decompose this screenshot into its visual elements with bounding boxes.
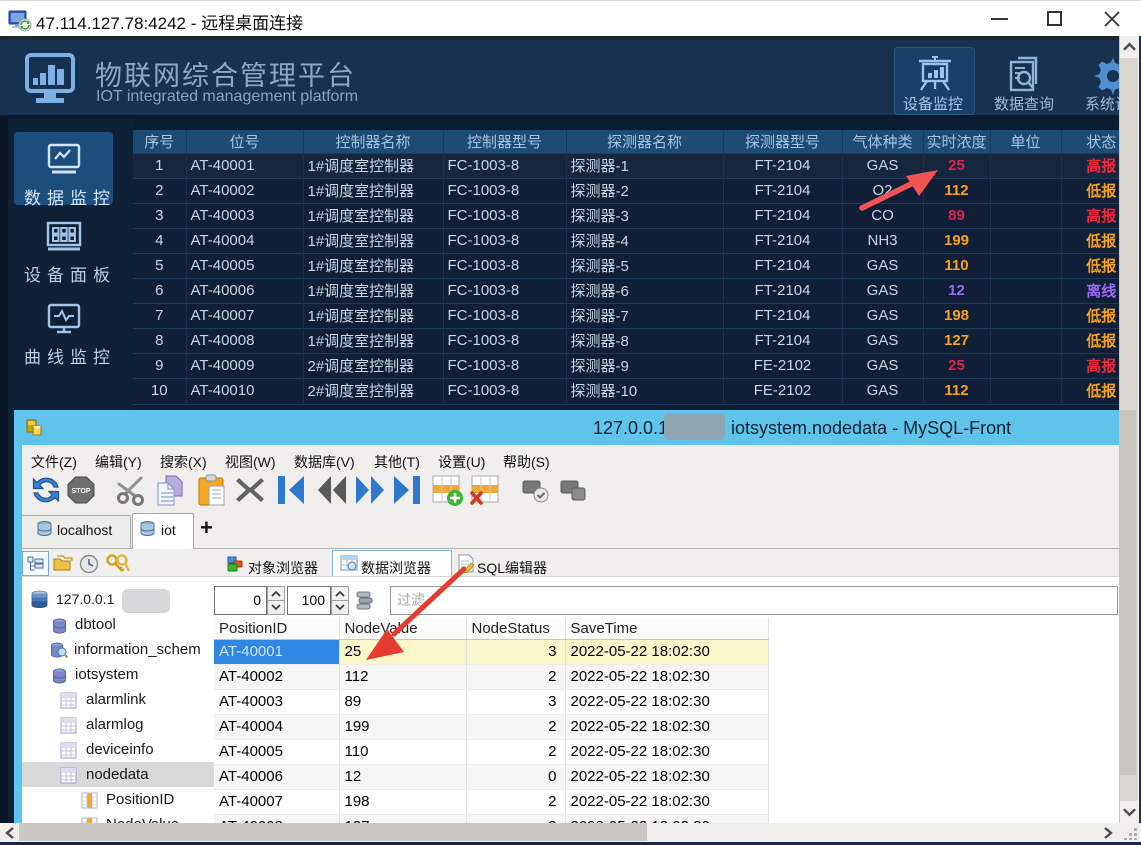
svg-text:STOP: STOP <box>72 488 91 495</box>
